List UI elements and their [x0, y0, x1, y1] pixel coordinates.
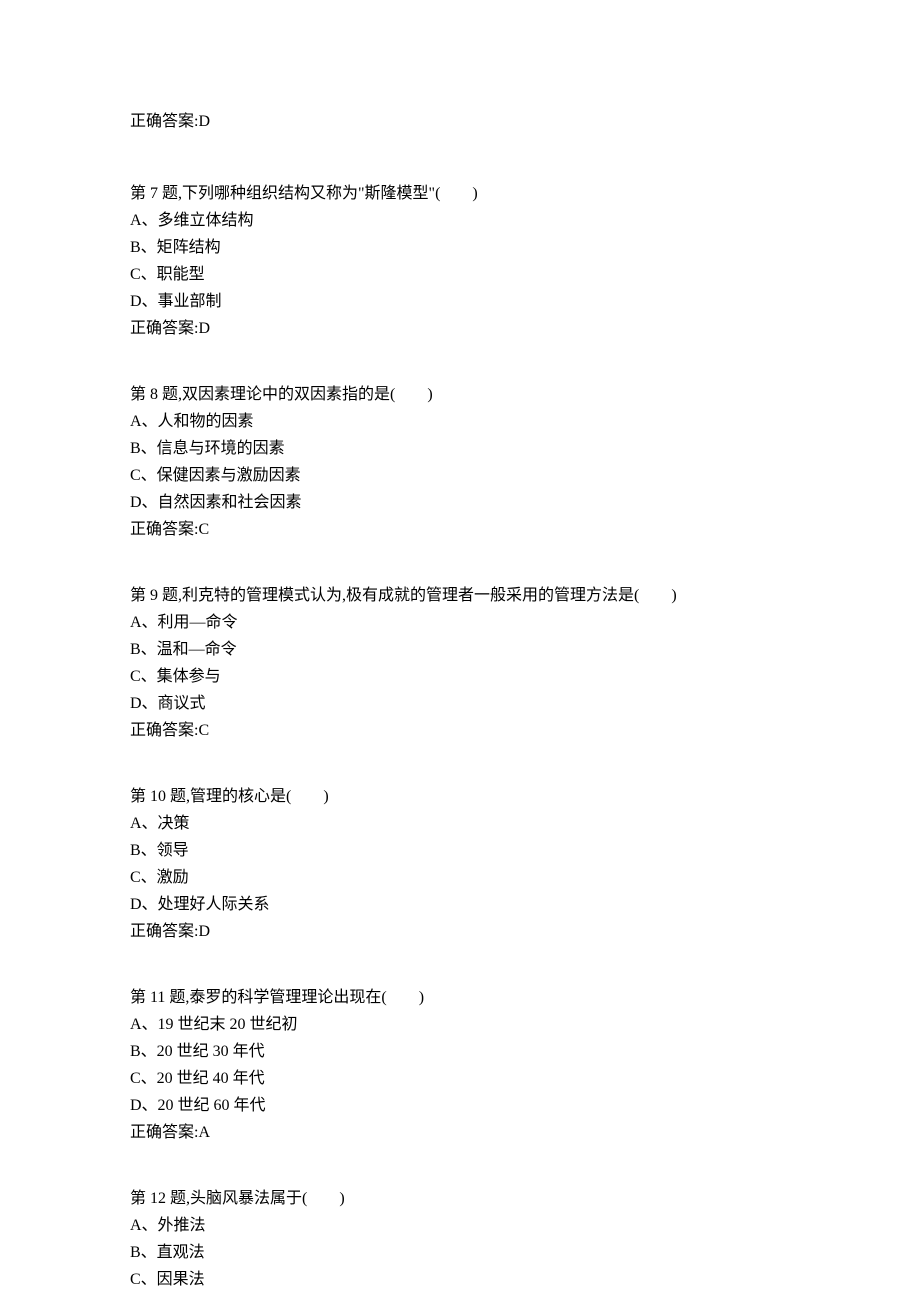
- question-title: 第 9 题,利克特的管理模式认为,极有成就的管理者一般采用的管理方法是( ): [130, 584, 790, 608]
- option-a: A、人和物的因素: [130, 410, 790, 434]
- question-title: 第 8 题,双因素理论中的双因素指的是( ): [130, 383, 790, 407]
- option-d: D、商议式: [130, 692, 790, 716]
- correct-answer: 正确答案:C: [130, 518, 790, 542]
- question-10: 第 10 题,管理的核心是( ) A、决策 B、领导 C、激励 D、处理好人际关…: [130, 785, 790, 944]
- option-c: C、因果法: [130, 1268, 790, 1292]
- option-a: A、多维立体结构: [130, 209, 790, 233]
- question-8: 第 8 题,双因素理论中的双因素指的是( ) A、人和物的因素 B、信息与环境的…: [130, 383, 790, 542]
- option-b: B、温和—命令: [130, 638, 790, 662]
- question-title: 第 7 题,下列哪种组织结构又称为"斯隆模型"( ): [130, 182, 790, 206]
- correct-answer: 正确答案:D: [130, 920, 790, 944]
- option-b: B、矩阵结构: [130, 236, 790, 260]
- question-9: 第 9 题,利克特的管理模式认为,极有成就的管理者一般采用的管理方法是( ) A…: [130, 584, 790, 743]
- option-b: B、直观法: [130, 1241, 790, 1265]
- option-d: D、自然因素和社会因素: [130, 491, 790, 515]
- option-c: C、激励: [130, 866, 790, 890]
- question-12: 第 12 题,头脑风暴法属于( ) A、外推法 B、直观法 C、因果法: [130, 1187, 790, 1292]
- option-d: D、20 世纪 60 年代: [130, 1094, 790, 1118]
- option-b: B、信息与环境的因素: [130, 437, 790, 461]
- option-b: B、领导: [130, 839, 790, 863]
- question-title: 第 10 题,管理的核心是( ): [130, 785, 790, 809]
- question-11: 第 11 题,泰罗的科学管理理论出现在( ) A、19 世纪末 20 世纪初 B…: [130, 986, 790, 1145]
- option-c: C、保健因素与激励因素: [130, 464, 790, 488]
- correct-answer: 正确答案:A: [130, 1121, 790, 1145]
- previous-answer: 正确答案:D: [130, 110, 790, 134]
- correct-answer: 正确答案:C: [130, 719, 790, 743]
- question-title: 第 11 题,泰罗的科学管理理论出现在( ): [130, 986, 790, 1010]
- question-7: 第 7 题,下列哪种组织结构又称为"斯隆模型"( ) A、多维立体结构 B、矩阵…: [130, 182, 790, 341]
- option-a: A、利用—命令: [130, 611, 790, 635]
- option-d: D、事业部制: [130, 290, 790, 314]
- option-b: B、20 世纪 30 年代: [130, 1040, 790, 1064]
- option-d: D、处理好人际关系: [130, 893, 790, 917]
- option-c: C、集体参与: [130, 665, 790, 689]
- option-a: A、19 世纪末 20 世纪初: [130, 1013, 790, 1037]
- correct-answer: 正确答案:D: [130, 317, 790, 341]
- option-a: A、决策: [130, 812, 790, 836]
- option-c: C、20 世纪 40 年代: [130, 1067, 790, 1091]
- option-a: A、外推法: [130, 1214, 790, 1238]
- option-c: C、职能型: [130, 263, 790, 287]
